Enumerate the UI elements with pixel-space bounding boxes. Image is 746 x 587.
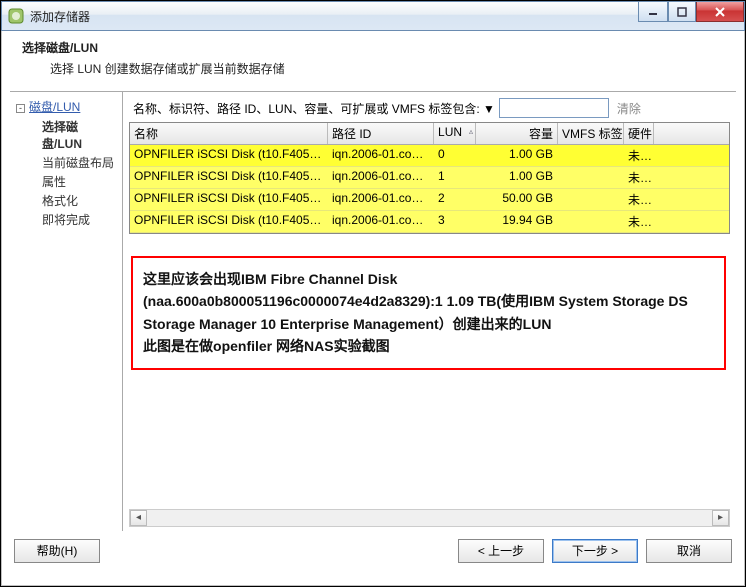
heading-subtitle: 选择 LUN 创建数据存储或扩展当前数据存储 [50,60,732,77]
maximize-button[interactable] [668,2,696,22]
wizard-heading: 选择磁盘/LUN 选择 LUN 创建数据存储或扩展当前数据存储 [2,31,744,87]
table-row[interactable]: OPNFILER iSCSI Disk (t10.F405E464...iqn.… [130,189,729,211]
client-area: 选择磁盘/LUN 选择 LUN 创建数据存储或扩展当前数据存储 -磁盘/LUN … [1,31,745,586]
table-cell: 未知 [624,167,654,188]
table-row[interactable]: OPNFILER iSCSI Disk (t10.F405E464...iqn.… [130,145,729,167]
table-cell: OPNFILER iSCSI Disk (t10.F405E464... [130,145,328,166]
table-cell [558,189,624,210]
titlebar[interactable]: 添加存储器 [1,1,745,31]
sort-asc-icon: ▵ [469,127,473,136]
th-name[interactable]: 名称 [130,123,328,144]
scroll-left-icon[interactable]: ◂ [130,510,147,526]
table-cell: 0 [434,145,476,166]
th-path[interactable]: 路径 ID [328,123,434,144]
minimize-button[interactable] [638,2,668,22]
tree-root-row[interactable]: -磁盘/LUN [16,98,116,115]
table-cell: 未知 [624,189,654,210]
table-row[interactable]: OPNFILER iSCSI Disk (t10.F405E464...iqn.… [130,167,729,189]
tree-root-label[interactable]: 磁盘/LUN [29,100,80,114]
filter-label: 名称、标识符、路径 ID、LUN、容量、可扩展或 VMFS 标签包含: ▼ [133,100,495,117]
app-window: 添加存储器 选择磁盘/LUN 选择 LUN 创建数据存储或扩展当前数据存储 -磁… [0,0,746,587]
back-button[interactable]: < 上一步 [458,539,544,563]
wizard-step-item[interactable]: 当前磁盘布局 [42,153,116,172]
table-cell: 1.00 GB [476,167,558,188]
table-cell: 1.00 GB [476,145,558,166]
horizontal-scrollbar[interactable]: ◂ ▸ [129,509,730,527]
annotation-line: 此图是在做openfiler 网络NAS实验截图 [143,335,714,357]
table-cell: 3 [434,211,476,232]
table-cell: 19.94 GB [476,211,558,232]
table-cell: 未知 [624,211,654,232]
table-cell: iqn.2006-01.com.... [328,189,434,210]
table-cell [558,211,624,232]
filter-row: 名称、标识符、路径 ID、LUN、容量、可扩展或 VMFS 标签包含: ▼ 清除 [123,92,736,122]
wizard-step-item[interactable]: 即将完成 [42,210,116,229]
table-cell: OPNFILER iSCSI Disk (t10.F405E464... [130,189,328,210]
table-cell: OPNFILER iSCSI Disk (t10.F405E464... [130,167,328,188]
annotation-line: 这里应该会出现IBM Fibre Channel Disk [143,268,714,290]
table-cell: 未知 [624,145,654,166]
help-button[interactable]: 帮助(H) [14,539,100,563]
next-button[interactable]: 下一步 > [552,539,638,563]
main-panel: 名称、标识符、路径 ID、LUN、容量、可扩展或 VMFS 标签包含: ▼ 清除… [123,92,736,531]
close-button[interactable] [696,2,744,22]
annotation-line: (naa.600a0b800051196c0000074e4d2a8329):1… [143,290,714,335]
window-title: 添加存储器 [30,8,90,25]
disk-table: 名称 路径 ID LUN▵ 容量 VMFS 标签 硬件 OPNFILER iSC… [129,122,730,234]
wizard-steps-panel: -磁盘/LUN 选择磁盘/LUN当前磁盘布局属性格式化即将完成 [10,92,123,531]
th-lun[interactable]: LUN▵ [434,123,476,144]
annotation-box: 这里应该会出现IBM Fibre Channel Disk (naa.600a0… [131,256,726,370]
tree-collapse-icon[interactable]: - [16,104,25,113]
footer: 帮助(H) < 上一步 下一步 > 取消 [2,531,744,571]
table-cell: 2 [434,189,476,210]
th-vmfs[interactable]: VMFS 标签 [558,123,624,144]
table-row[interactable]: OPNFILER iSCSI Disk (t10.F405E464...iqn.… [130,211,729,233]
table-cell: iqn.2006-01.com.... [328,211,434,232]
table-header: 名称 路径 ID LUN▵ 容量 VMFS 标签 硬件 [130,123,729,145]
app-icon [8,8,24,24]
table-cell [558,145,624,166]
table-cell [558,167,624,188]
filter-clear-link[interactable]: 清除 [617,100,641,117]
window-controls [638,2,744,22]
table-cell: iqn.2006-01.com.... [328,167,434,188]
table-cell: 1 [434,167,476,188]
cancel-button[interactable]: 取消 [646,539,732,563]
th-capacity[interactable]: 容量 [476,123,558,144]
heading-title: 选择磁盘/LUN [22,39,732,56]
wizard-step-item[interactable]: 属性 [42,172,116,191]
scroll-right-icon[interactable]: ▸ [712,510,729,526]
filter-input[interactable] [499,98,609,118]
table-cell: OPNFILER iSCSI Disk (t10.F405E464... [130,211,328,232]
th-hw[interactable]: 硬件 [624,123,654,144]
table-cell: 50.00 GB [476,189,558,210]
table-cell: iqn.2006-01.com.... [328,145,434,166]
wizard-step-item[interactable]: 选择磁盘/LUN [42,117,116,153]
wizard-step-item[interactable]: 格式化 [42,191,116,210]
